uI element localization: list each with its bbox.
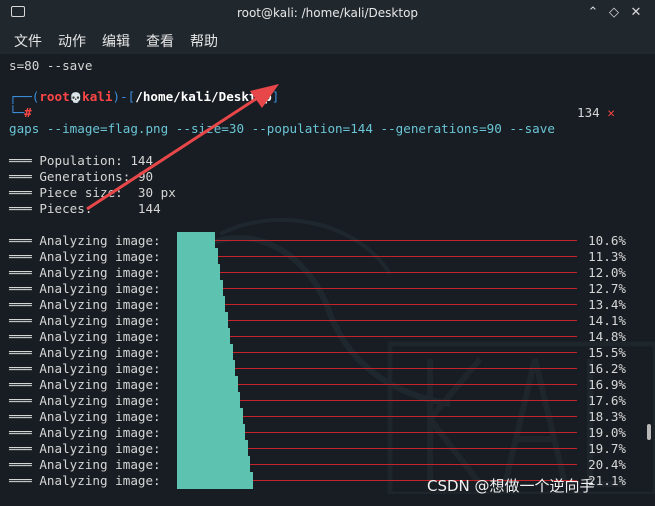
progress-label: ═══ Analyzing image:	[9, 409, 161, 424]
progress-bar-remaining	[238, 384, 577, 385]
progress-bar-fill	[177, 328, 230, 345]
terminal-area[interactable]: s=80 --save ┌──(root💀kali)-[/home/kali/D…	[0, 54, 655, 506]
progress-bar-fill	[177, 360, 235, 377]
progress-bar-remaining	[248, 448, 577, 449]
progress-bar-remaining	[223, 288, 577, 289]
progress-bar-remaining	[218, 256, 577, 257]
prompt-user: root	[39, 89, 70, 104]
exit-status: 134 ✕	[577, 105, 615, 120]
info-piece-size: ═══ Piece size: 30 px	[9, 185, 176, 200]
progress-percent: 12.7%	[588, 281, 626, 296]
prompt-host: kali	[82, 89, 113, 104]
menu-bar: 文件 动作 编辑 查看 帮助	[0, 27, 655, 54]
progress-label: ═══ Analyzing image:	[9, 473, 161, 488]
progress-label: ═══ Analyzing image:	[9, 281, 161, 296]
progress-bar-remaining	[245, 432, 577, 433]
progress-bar-remaining	[235, 368, 577, 369]
progress-label: ═══ Analyzing image:	[9, 361, 161, 376]
prompt-line-2: └─#	[9, 105, 32, 120]
progress-bar-fill	[177, 424, 245, 441]
progress-bar-remaining	[225, 304, 577, 305]
command-line: gaps --image=flag.png --size=30 --popula…	[9, 121, 555, 136]
prompt-line: ┌──(root💀kali)-[/home/kali/Desktop]	[9, 89, 280, 104]
progress-bar-remaining	[228, 320, 577, 321]
progress-bar-fill	[177, 248, 218, 265]
info-population: ═══ Population: 144	[9, 153, 154, 168]
window-title: root@kali: /home/kali/Desktop	[236, 6, 419, 20]
progress-bar-fill	[177, 232, 215, 249]
progress-percent: 10.6%	[588, 233, 626, 248]
progress-label: ═══ Analyzing image:	[9, 297, 161, 312]
progress-bar-remaining	[215, 240, 577, 241]
progress-bar-fill	[177, 456, 250, 473]
progress-label: ═══ Analyzing image:	[9, 345, 161, 360]
prompt-path: /home/kali/Desktop	[135, 89, 272, 104]
progress-bar-fill	[177, 376, 238, 393]
progress-bar-fill	[177, 296, 225, 313]
scrollbar-thumb[interactable]	[647, 424, 651, 440]
progress-bar-remaining	[233, 352, 577, 353]
progress-percent: 19.7%	[588, 441, 626, 456]
menu-file[interactable]: 文件	[14, 31, 42, 51]
progress-bar-remaining	[240, 400, 577, 401]
menu-edit[interactable]: 编辑	[102, 31, 130, 51]
progress-bar-fill	[177, 440, 248, 457]
maximize-icon[interactable]: ◇	[604, 3, 624, 23]
progress-percent: 14.8%	[588, 329, 626, 344]
menu-help[interactable]: 帮助	[190, 31, 218, 51]
progress-percent: 13.4%	[588, 297, 626, 312]
prompt-symbol: #	[24, 105, 32, 120]
previous-output-line: s=80 --save	[9, 58, 93, 73]
error-mark-icon: ✕	[607, 105, 615, 120]
progress-label: ═══ Analyzing image:	[9, 393, 161, 408]
progress-label: ═══ Analyzing image:	[9, 425, 161, 440]
progress-percent: 14.1%	[588, 313, 626, 328]
progress-percent: 17.6%	[588, 393, 626, 408]
progress-percent: 20.4%	[588, 457, 626, 472]
prompt-corner: ┌──(	[9, 89, 40, 104]
minimize-icon[interactable]: ⌃	[583, 3, 603, 23]
progress-label: ═══ Analyzing image:	[9, 313, 161, 328]
progress-bar-fill	[177, 312, 228, 329]
info-pieces: ═══ Pieces: 144	[9, 201, 161, 216]
title-bar: root@kali: /home/kali/Desktop ⌃ ◇ ✕	[0, 0, 655, 27]
progress-bar-fill	[177, 280, 223, 297]
progress-percent: 11.3%	[588, 249, 626, 264]
close-icon[interactable]: ✕	[626, 3, 646, 23]
progress-bar-fill	[177, 344, 233, 361]
info-generations: ═══ Generations: 90	[9, 169, 154, 184]
progress-label: ═══ Analyzing image:	[9, 329, 161, 344]
csdn-watermark: CSDN @想做一个逆向手	[427, 477, 595, 495]
progress-percent: 16.9%	[588, 377, 626, 392]
progress-percent: 16.2%	[588, 361, 626, 376]
progress-bar-fill	[177, 392, 240, 409]
progress-bar-fill	[177, 408, 243, 425]
progress-bar-fill	[177, 472, 253, 489]
progress-label: ═══ Analyzing image:	[9, 233, 161, 248]
progress-bar-remaining	[250, 464, 577, 465]
progress-percent: 18.3%	[588, 409, 626, 424]
progress-label: ═══ Analyzing image:	[9, 457, 161, 472]
progress-bar-remaining	[230, 336, 577, 337]
progress-label: ═══ Analyzing image:	[9, 265, 161, 280]
progress-percent: 15.5%	[588, 345, 626, 360]
progress-label: ═══ Analyzing image:	[9, 377, 161, 392]
menu-actions[interactable]: 动作	[58, 31, 86, 51]
progress-bar-remaining	[220, 272, 577, 273]
progress-percent: 12.0%	[588, 265, 626, 280]
progress-percent: 19.0%	[588, 425, 626, 440]
progress-label: ═══ Analyzing image:	[9, 249, 161, 264]
menu-view[interactable]: 查看	[146, 31, 174, 51]
progress-bar-fill	[177, 264, 220, 281]
skull-icon: 💀	[69, 93, 83, 104]
progress-label: ═══ Analyzing image:	[9, 441, 161, 456]
progress-bar-remaining	[243, 416, 577, 417]
